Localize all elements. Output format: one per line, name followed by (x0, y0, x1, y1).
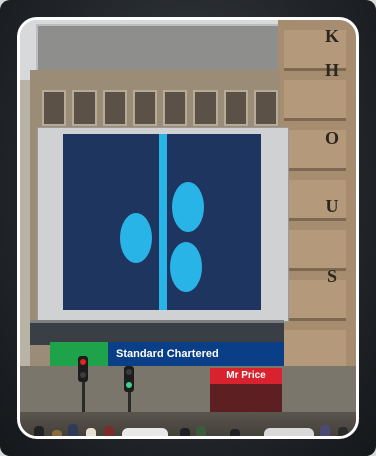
pedestrian (86, 428, 96, 436)
window (253, 90, 278, 126)
crowd (20, 412, 356, 436)
window (72, 90, 97, 126)
tower-letter: K (324, 26, 339, 46)
billboard-dot (172, 182, 204, 232)
green-lamp (80, 372, 86, 378)
billboard-divider-bar (159, 134, 167, 310)
car (122, 428, 168, 436)
store-sign: Mr Price (210, 368, 282, 384)
window-row (42, 90, 278, 126)
window (42, 90, 67, 126)
billboard-dot (170, 242, 202, 292)
car (264, 428, 314, 436)
tower-letter: U (325, 196, 339, 216)
pedestrian (104, 426, 114, 436)
tower-letter: H (324, 60, 339, 80)
pedestrian (34, 426, 44, 436)
traffic-light (124, 366, 134, 392)
pedestrian (338, 427, 348, 436)
traffic-light (78, 356, 88, 382)
billboard-dot (120, 213, 152, 263)
pedestrian (52, 430, 62, 436)
pedestrian (68, 424, 78, 436)
window (223, 90, 248, 126)
pedestrian (320, 425, 330, 436)
tower-band (284, 330, 346, 371)
photo-frame: K H O U S Standard Chartered Mr Price (0, 0, 376, 456)
window (193, 90, 218, 126)
window (102, 90, 127, 126)
green-lamp (126, 382, 132, 388)
tower-letter: S (326, 266, 337, 286)
pedestrian (196, 426, 206, 436)
window (163, 90, 188, 126)
billboard (63, 134, 261, 310)
billboard-frame (37, 127, 289, 322)
rooftop-sign (36, 24, 286, 72)
tower-band (284, 80, 346, 121)
photo-viewport: K H O U S Standard Chartered Mr Price (17, 17, 359, 439)
red-lamp (80, 359, 86, 365)
pedestrian (230, 429, 240, 436)
pedestrian (180, 428, 190, 436)
tower-letter: O (324, 128, 339, 148)
bank-sign: Standard Chartered (108, 342, 284, 366)
red-lamp (126, 369, 132, 375)
tower-band (284, 230, 346, 271)
window (132, 90, 157, 126)
